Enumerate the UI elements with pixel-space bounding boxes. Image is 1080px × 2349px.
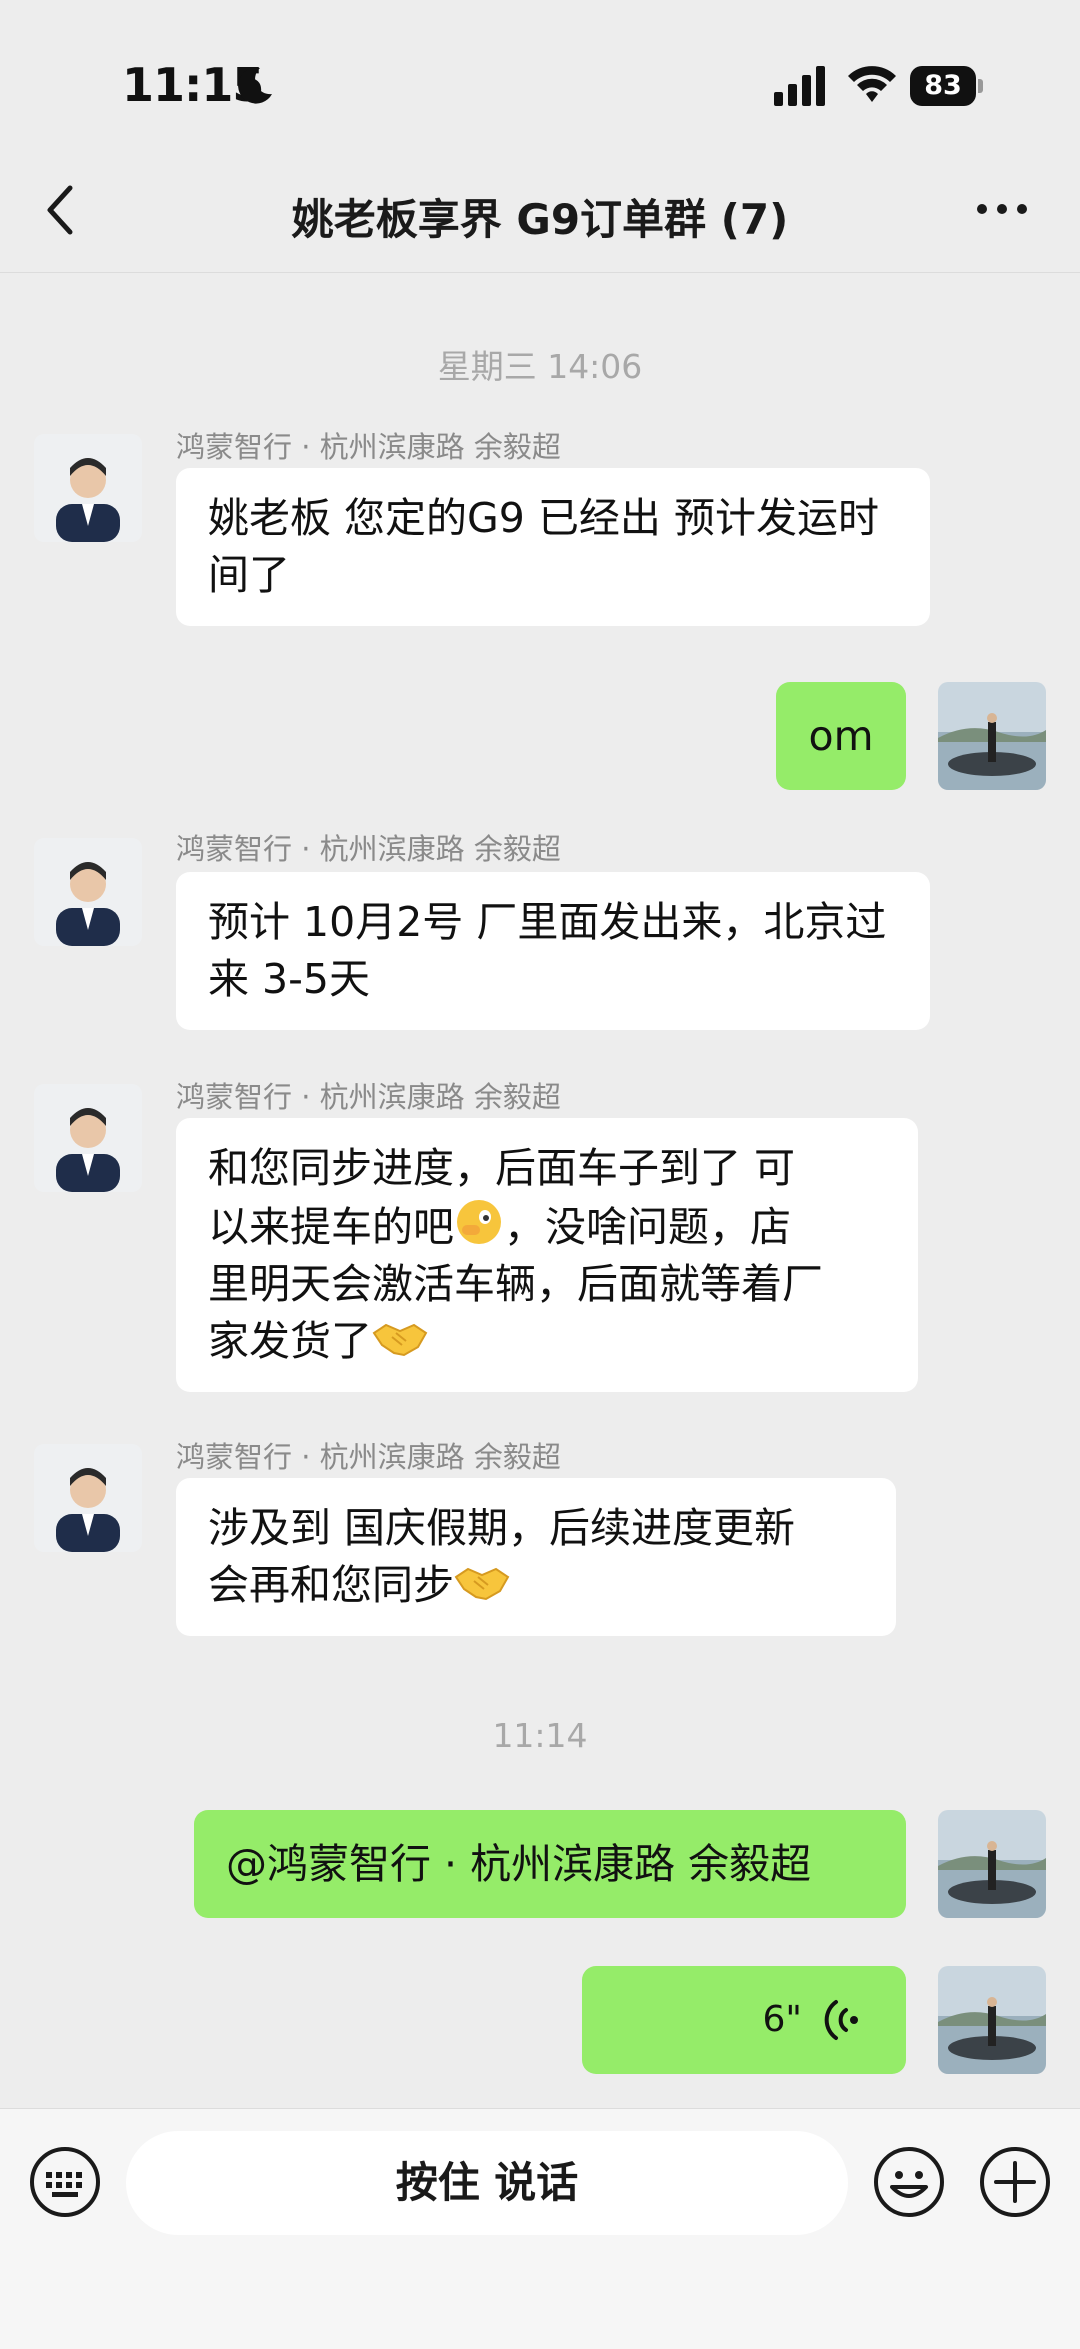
- back-icon[interactable]: [40, 180, 80, 240]
- battery-indicator: 83: [910, 66, 984, 106]
- message-bubble[interactable]: 姚老板 您定的G9 已经出 预计发运时间了: [176, 468, 930, 626]
- battery-level: 83: [910, 66, 976, 106]
- sender-name: 鸿蒙智行 · 杭州滨康路 余毅超: [176, 430, 561, 464]
- handshake-emoji-icon: [372, 1323, 428, 1357]
- sender-name: 鸿蒙智行 · 杭州滨康路 余毅超: [176, 1080, 561, 1114]
- sender-avatar[interactable]: [34, 434, 142, 542]
- chat-title: 姚老板享界 G9订单群 (7): [291, 195, 789, 244]
- message-bubble[interactable]: @鸿蒙智行 · 杭州滨康路 余毅超: [194, 1810, 906, 1918]
- message-text: 以来提车的吧: [208, 1203, 454, 1251]
- sender-name: 鸿蒙智行 · 杭州滨康路 余毅超: [176, 1440, 561, 1474]
- message-text: 家发货了: [208, 1317, 372, 1365]
- sender-avatar[interactable]: [34, 838, 142, 946]
- my-avatar[interactable]: [938, 1810, 1046, 1918]
- peek-emoji-icon: [457, 1200, 501, 1244]
- message-bubble[interactable]: om: [776, 682, 906, 790]
- signal-icon: [774, 66, 825, 106]
- my-avatar[interactable]: [938, 682, 1046, 790]
- voice-wave-icon: [824, 2000, 858, 2040]
- handshake-emoji-icon: [454, 1567, 510, 1601]
- message-bubble[interactable]: 预计 10月2号 厂里面发出来，北京过来 3-5天: [176, 872, 930, 1030]
- message-line: 会再和您同步: [208, 1557, 864, 1614]
- plus-icon[interactable]: [978, 2145, 1052, 2219]
- message-line: 里明天会激活车辆，后面就等着厂: [208, 1260, 823, 1308]
- status-bar: 11:15 83: [0, 0, 1080, 170]
- message-text: ，没啥问题，店: [504, 1203, 791, 1251]
- message-line: 和您同步进度，后面车子到了 可: [208, 1144, 796, 1192]
- sender-avatar[interactable]: [34, 1084, 142, 1192]
- my-avatar[interactable]: [938, 1966, 1046, 2074]
- more-icon[interactable]: [974, 194, 1030, 224]
- message-text: 会再和您同步: [208, 1561, 454, 1609]
- timestamp: 11:14: [492, 1716, 588, 1755]
- sender-name: 鸿蒙智行 · 杭州滨康路 余毅超: [176, 832, 561, 866]
- sender-avatar[interactable]: [34, 1444, 142, 1552]
- chat-header: 姚老板享界 G9订单群 (7): [0, 150, 1080, 273]
- voice-message[interactable]: 6": [582, 1966, 906, 2074]
- message-bubble[interactable]: 和您同步进度，后面车子到了 可 以来提车的吧 ，没啥问题，店 里明天会激活车辆，后…: [176, 1118, 918, 1392]
- timestamp: 星期三 14:06: [437, 347, 643, 386]
- emoji-icon[interactable]: [872, 2145, 946, 2219]
- battery-tip: [978, 79, 983, 93]
- input-bar: 按住 说话: [0, 2108, 1080, 2349]
- voice-duration: 6": [762, 1999, 802, 2040]
- hold-to-talk-button[interactable]: 按住 说话: [126, 2131, 848, 2235]
- message-line: 以来提车的吧 ，没啥问题，店: [208, 1197, 886, 1256]
- keyboard-icon[interactable]: [28, 2145, 102, 2219]
- message-line: 家发货了: [208, 1313, 886, 1370]
- message-bubble[interactable]: 涉及到 国庆假期，后续进度更新 会再和您同步: [176, 1478, 896, 1636]
- message-line: 涉及到 国庆假期，后续进度更新: [208, 1504, 796, 1552]
- wifi-icon: [848, 66, 896, 102]
- moon-icon: [238, 67, 272, 104]
